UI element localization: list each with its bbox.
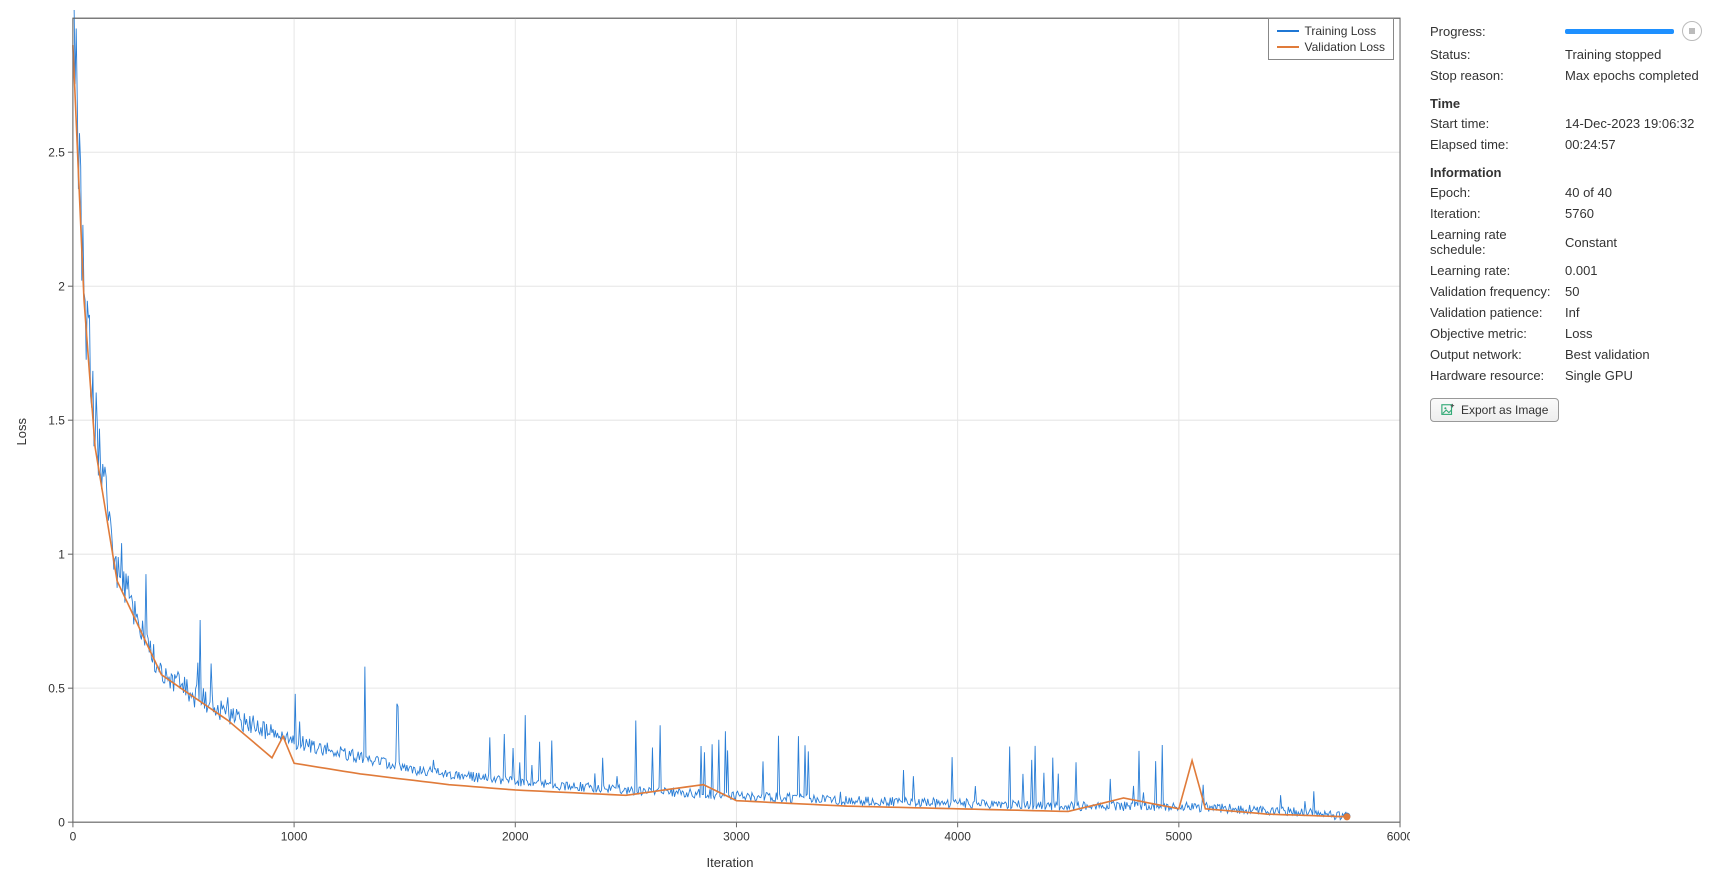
hw-label: Hardware resource: [1430, 368, 1565, 383]
svg-text:0: 0 [58, 815, 65, 829]
stop-reason-value: Max epochs completed [1565, 68, 1702, 83]
legend-label-validation: Validation Loss [1305, 39, 1386, 55]
progress-label: Progress: [1430, 24, 1565, 39]
obj-metric-label: Objective metric: [1430, 326, 1565, 341]
status-label: Status: [1430, 47, 1565, 62]
svg-text:0.5: 0.5 [48, 681, 65, 695]
lr-label: Learning rate: [1430, 263, 1565, 278]
x-axis-label: Iteration [50, 853, 1410, 870]
export-icon [1441, 403, 1455, 417]
svg-text:2: 2 [58, 279, 65, 293]
loss-plot[interactable]: 0 1000 2000 3000 4000 5000 6000 0 0.5 1 1.5 2 2.5 Tr… [33, 10, 1410, 853]
legend: Training Loss Validation Loss [1268, 18, 1395, 60]
stop-icon [1689, 28, 1695, 34]
stop-reason-label: Stop reason: [1430, 68, 1565, 83]
val-freq-value: 50 [1565, 284, 1702, 299]
svg-text:4000: 4000 [944, 830, 971, 844]
output-net-label: Output network: [1430, 347, 1565, 362]
svg-text:2.5: 2.5 [48, 145, 65, 159]
val-patience-label: Validation patience: [1430, 305, 1565, 320]
export-button-label: Export as Image [1461, 403, 1548, 417]
stop-button[interactable] [1682, 21, 1702, 41]
y-axis-label: Loss [10, 418, 33, 445]
svg-text:5000: 5000 [1166, 830, 1193, 844]
epoch-label: Epoch: [1430, 185, 1565, 200]
legend-label-training: Training Loss [1305, 23, 1377, 39]
svg-text:1.5: 1.5 [48, 413, 65, 427]
time-heading: Time [1430, 86, 1702, 113]
svg-text:6000: 6000 [1387, 830, 1410, 844]
obj-metric-value: Loss [1565, 326, 1702, 341]
iteration-label: Iteration: [1430, 206, 1565, 221]
epoch-value: 40 of 40 [1565, 185, 1702, 200]
svg-text:2000: 2000 [502, 830, 529, 844]
info-panel: Progress: Status: Training stopped Stop … [1420, 0, 1720, 880]
lr-value: 0.001 [1565, 263, 1702, 278]
svg-text:3000: 3000 [723, 830, 750, 844]
export-as-image-button[interactable]: Export as Image [1430, 398, 1559, 422]
iteration-value: 5760 [1565, 206, 1702, 221]
svg-text:1000: 1000 [281, 830, 308, 844]
elapsed-time-label: Elapsed time: [1430, 137, 1565, 152]
lr-schedule-label: Learning rate schedule: [1430, 227, 1565, 257]
hw-value: Single GPU [1565, 368, 1702, 383]
start-time-label: Start time: [1430, 116, 1565, 131]
elapsed-time-value: 00:24:57 [1565, 137, 1702, 152]
output-net-value: Best validation [1565, 347, 1702, 362]
svg-text:1: 1 [58, 547, 65, 561]
lr-schedule-value: Constant [1565, 235, 1702, 250]
legend-swatch-training [1277, 30, 1299, 32]
chart-area: Loss 0 1000 2000 3000 4000 5000 6000 0 0.5 1 1.5 2 2… [0, 0, 1420, 880]
status-value: Training stopped [1565, 47, 1702, 62]
progress-bar [1565, 29, 1674, 34]
start-time-value: 14-Dec-2023 19:06:32 [1565, 116, 1702, 131]
legend-swatch-validation [1277, 46, 1299, 48]
val-freq-label: Validation frequency: [1430, 284, 1565, 299]
val-patience-value: Inf [1565, 305, 1702, 320]
information-heading: Information [1430, 155, 1702, 182]
svg-text:0: 0 [70, 830, 77, 844]
